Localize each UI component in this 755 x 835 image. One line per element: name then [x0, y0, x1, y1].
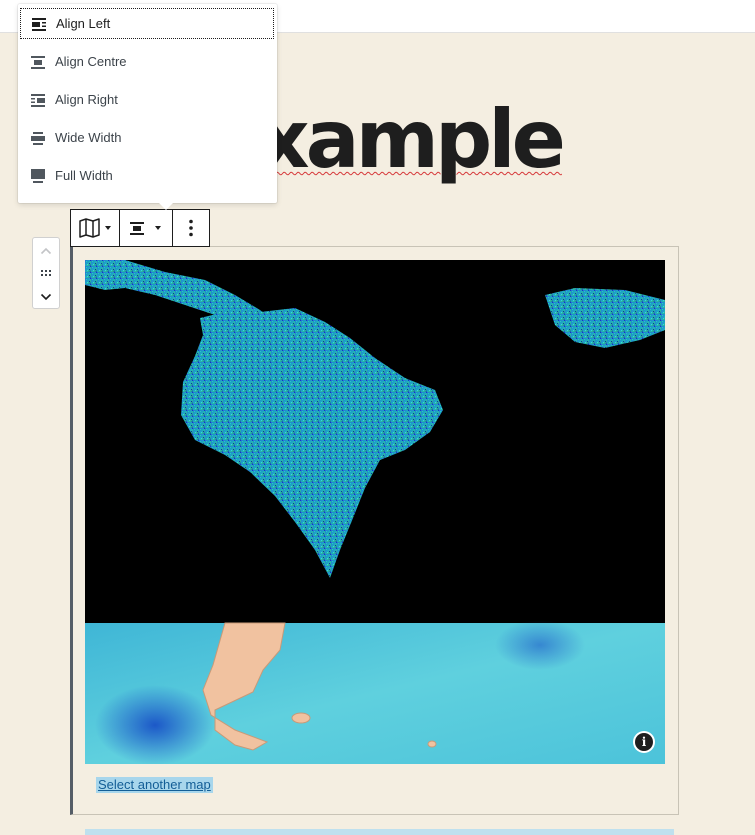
menu-item-align-centre[interactable]: Align Centre [20, 46, 274, 77]
align-full-width-icon [31, 168, 45, 183]
map-view[interactable]: i [85, 260, 665, 764]
post-title[interactable]: xample [258, 100, 566, 180]
map-info-button[interactable]: i [633, 731, 655, 753]
move-down-button[interactable] [33, 286, 59, 308]
alignment-menu: Align Left Align Centre Align Right Wide… [18, 4, 277, 210]
menu-item-label: Align Right [55, 92, 118, 107]
block-type-button[interactable] [71, 210, 120, 246]
change-alignment-button[interactable] [120, 210, 173, 246]
menu-item-align-left[interactable]: Align Left [20, 8, 274, 39]
align-center-icon [130, 222, 144, 235]
more-vertical-icon [189, 219, 193, 237]
menu-item-label: Align Left [56, 16, 111, 31]
align-right-icon [31, 93, 45, 107]
block-toolbar [70, 209, 210, 247]
map-tiles [85, 260, 665, 764]
menu-item-full-width[interactable]: Full Width [20, 160, 274, 191]
menu-item-label: Full Width [55, 168, 113, 183]
menu-item-wide-width[interactable]: Wide Width [20, 122, 274, 153]
align-left-icon [32, 17, 46, 31]
menu-item-align-right[interactable]: Align Right [20, 84, 274, 115]
align-center-icon [31, 55, 45, 69]
next-block-edge [85, 829, 674, 835]
more-options-button[interactable] [173, 210, 209, 246]
move-up-button[interactable] [33, 240, 59, 262]
chevron-down-icon [40, 293, 52, 301]
drag-handle-icon [41, 270, 51, 276]
info-icon: i [635, 733, 653, 751]
menu-item-label: Wide Width [55, 130, 122, 145]
map-icon [78, 218, 100, 238]
chevron-up-icon [40, 247, 52, 255]
align-wide-icon [31, 131, 45, 145]
menu-pointer [159, 203, 173, 210]
block-mover [32, 237, 60, 309]
select-another-map-link[interactable]: Select another map [96, 777, 213, 793]
caret-down-icon [104, 226, 111, 230]
caret-down-icon [155, 226, 161, 230]
menu-item-label: Align Centre [55, 54, 127, 69]
drag-handle-button[interactable] [33, 262, 59, 284]
